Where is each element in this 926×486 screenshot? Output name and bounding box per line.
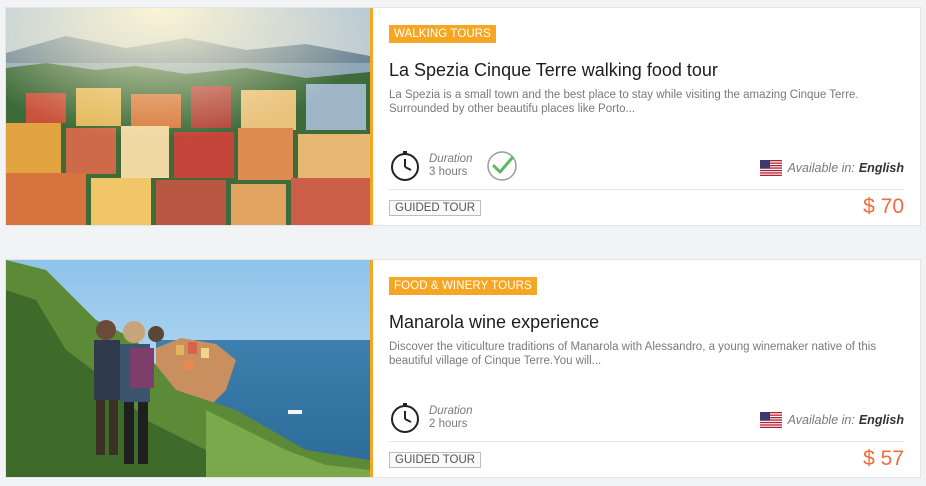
- divider: [389, 441, 904, 442]
- clock-icon: [391, 403, 419, 433]
- language: English: [858, 161, 904, 175]
- available-label: Available in:: [787, 161, 855, 175]
- language: English: [858, 413, 904, 427]
- tour-title[interactable]: Manarola wine experience: [389, 312, 599, 333]
- clock-icon: [391, 151, 419, 181]
- us-flag-icon: [759, 160, 782, 176]
- tour-info: WALKING TOURS La Spezia Cinque Terre wal…: [373, 8, 920, 225]
- price: $ 57: [863, 447, 904, 470]
- tour-description: Discover the viticulture traditions of M…: [389, 341, 877, 367]
- available-label: Available in:: [787, 413, 855, 427]
- tour-type-tag: GUIDED TOUR: [389, 452, 482, 468]
- duration-value: 2 hours: [429, 418, 468, 430]
- divider: [389, 189, 904, 190]
- duration-block: Duration 3 hours: [389, 150, 518, 182]
- tour-description: La Spezia is a small town and the best p…: [389, 89, 859, 115]
- tour-card[interactable]: WALKING TOURS La Spezia Cinque Terre wal…: [5, 7, 921, 226]
- category-badge[interactable]: FOOD & WINERY TOURS: [389, 277, 537, 295]
- la-spezia-town-photo: [6, 8, 370, 225]
- duration-block: Duration 2 hours: [389, 402, 472, 434]
- tour-photo[interactable]: [6, 260, 370, 477]
- manarola-vineyard-photo: [6, 260, 370, 477]
- us-flag-icon: [759, 412, 782, 428]
- duration-label: Duration: [429, 405, 473, 417]
- check-circle-icon: [487, 151, 518, 181]
- tour-photo[interactable]: [6, 8, 370, 225]
- category-badge[interactable]: WALKING TOURS: [389, 25, 496, 43]
- tour-title[interactable]: La Spezia Cinque Terre walking food tour: [389, 60, 718, 81]
- availability: Available in: English: [759, 160, 904, 176]
- tour-type-tag: GUIDED TOUR: [389, 200, 482, 216]
- tour-info: FOOD & WINERY TOURS Manarola wine experi…: [373, 260, 920, 477]
- duration-value: 3 hours: [429, 166, 468, 178]
- duration-label: Duration: [429, 153, 473, 165]
- availability: Available in: English: [759, 412, 904, 428]
- tour-card[interactable]: FOOD & WINERY TOURS Manarola wine experi…: [5, 259, 921, 478]
- price: $ 70: [863, 195, 904, 218]
